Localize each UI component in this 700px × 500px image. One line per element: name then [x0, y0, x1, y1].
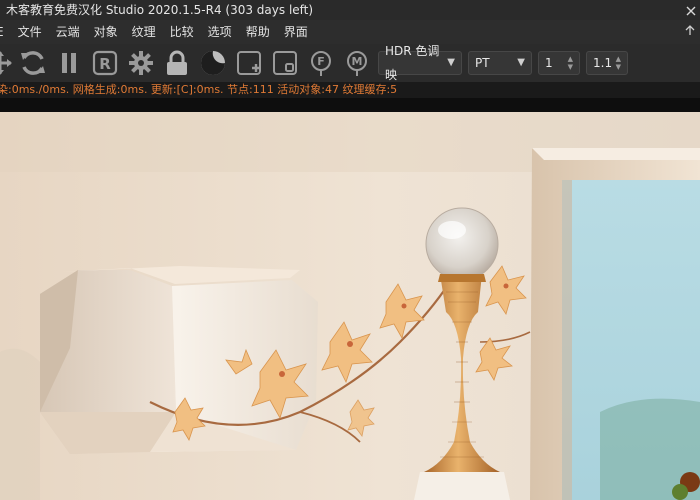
menu-item-help[interactable]: 帮助	[239, 20, 277, 44]
kernel-select[interactable]: PT ▼	[468, 51, 532, 75]
m-pin-icon[interactable]: M	[342, 48, 372, 78]
menu-item-file[interactable]: 文件	[11, 20, 49, 44]
sphere-icon[interactable]	[198, 48, 228, 78]
spin-arrows-icon[interactable]: ▲ ▼	[568, 55, 573, 71]
toolbar: R F M HDR 色调映 ▼ PT ▼ 1 ▲ ▼ 1.1 ▲ ▼	[0, 44, 700, 82]
move-icon[interactable]	[0, 48, 14, 78]
chevron-down-icon: ▼	[517, 57, 525, 68]
menu-bar: E 文件 云端 对象 纹理 比较 选项 帮助 界面	[0, 20, 700, 44]
expand-icon[interactable]	[684, 24, 696, 36]
pause-icon[interactable]	[54, 48, 84, 78]
lock-icon[interactable]	[162, 48, 192, 78]
spin-input-1[interactable]: 1 ▲ ▼	[538, 51, 580, 75]
chevron-down-icon: ▼	[447, 57, 455, 68]
r-icon[interactable]: R	[90, 48, 120, 78]
tonemap-select[interactable]: HDR 色调映 ▼	[378, 44, 462, 82]
gear-icon[interactable]	[126, 48, 156, 78]
svg-text:F: F	[317, 55, 325, 68]
menu-item-cloud[interactable]: 云端	[49, 20, 87, 44]
spin-input-1-value: 1	[545, 56, 553, 70]
menu-item-options[interactable]: 选项	[201, 20, 239, 44]
menu-item-object[interactable]: 对象	[87, 20, 125, 44]
status-bar: 渲染:0ms./0ms. 网格生成:0ms. 更新:[C]:0ms. 节点:11…	[0, 82, 700, 98]
viewport-divider	[0, 98, 700, 112]
add-region-icon[interactable]	[234, 48, 264, 78]
svg-text:R: R	[99, 55, 111, 73]
region-icon[interactable]	[270, 48, 300, 78]
menu-item-interface[interactable]: 界面	[277, 20, 315, 44]
spin-input-2[interactable]: 1.1 ▲ ▼	[586, 51, 628, 75]
menu-item-compare[interactable]: 比较	[163, 20, 201, 44]
status-text: 渲染:0ms./0ms. 网格生成:0ms. 更新:[C]:0ms. 节点:11…	[0, 83, 398, 96]
refresh-icon[interactable]	[18, 48, 48, 78]
menu-item-edit[interactable]: E	[0, 20, 11, 44]
menu-item-texture[interactable]: 纹理	[125, 20, 163, 44]
close-icon[interactable]	[686, 6, 696, 16]
kernel-select-value: PT	[475, 56, 490, 70]
render-image	[0, 112, 700, 500]
window-title-bar: 木客教育免费汉化 Studio 2020.1.5-R4 (303 days le…	[0, 0, 700, 20]
tonemap-select-value: HDR 色调映	[385, 44, 440, 82]
spin-arrows-icon[interactable]: ▲ ▼	[616, 55, 621, 71]
f-pin-icon[interactable]: F	[306, 48, 336, 78]
render-viewport[interactable]	[0, 112, 700, 500]
window-title: 木客教育免费汉化 Studio 2020.1.5-R4 (303 days le…	[6, 3, 314, 17]
svg-text:M: M	[352, 55, 363, 68]
spin-input-2-value: 1.1	[593, 56, 613, 70]
